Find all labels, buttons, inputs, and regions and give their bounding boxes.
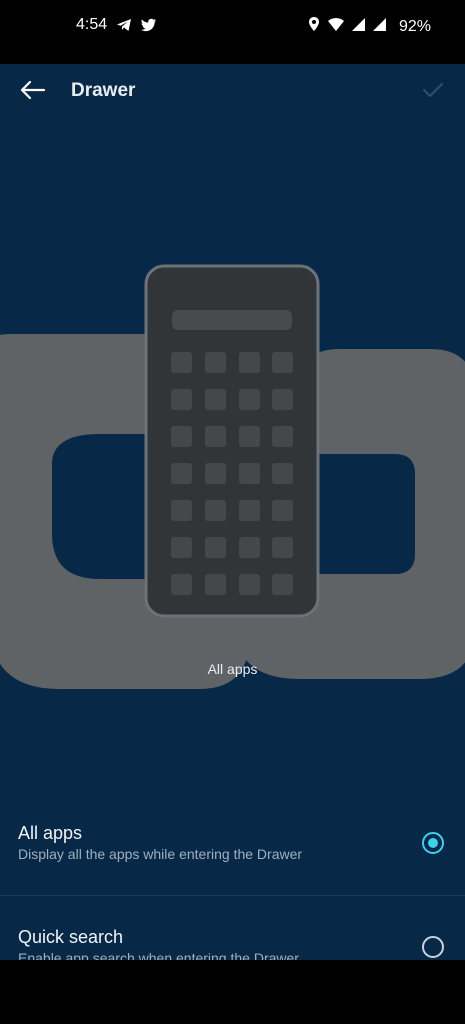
drawer-settings-screen: All apps Drawer All apps Display all the…	[0, 64, 465, 960]
phone-app-icon	[205, 463, 226, 484]
phone-app-icon	[272, 352, 293, 373]
confirm-button[interactable]	[419, 76, 451, 108]
wifi-icon	[327, 16, 345, 37]
battery-level: 92%	[398, 17, 431, 35]
phone-app-icon	[272, 426, 293, 447]
status-bar: 4:54 92%	[0, 0, 465, 64]
phone-app-icon	[171, 426, 192, 447]
phone-app-icon	[171, 574, 192, 595]
page-title: Drawer	[71, 80, 136, 101]
phone-app-icon	[171, 389, 192, 410]
phone-app-icon	[272, 500, 293, 521]
back-button[interactable]	[16, 76, 52, 108]
phone-app-icon	[272, 574, 293, 595]
location-icon	[307, 16, 321, 37]
radio-button-selected[interactable]	[422, 832, 444, 854]
phone-app-icon	[239, 537, 260, 558]
phone-app-icon	[205, 537, 226, 558]
option-title: All apps	[18, 823, 83, 843]
arrow-left-icon	[20, 80, 46, 100]
twitter-icon	[140, 17, 157, 38]
divider	[0, 895, 465, 896]
phone-app-icon	[239, 426, 260, 447]
option-title: Quick search	[18, 927, 124, 947]
phone-app-icon	[171, 463, 192, 484]
phone-app-icon	[239, 352, 260, 373]
phone-app-icon	[272, 463, 293, 484]
option-description: Display all the apps while entering the …	[18, 846, 303, 862]
drawer-preview-illustration	[0, 264, 465, 689]
phone-app-icon	[205, 389, 226, 410]
phone-app-icon	[205, 352, 226, 373]
phone-app-icon	[205, 426, 226, 447]
drawer-preview: All apps	[0, 64, 465, 744]
option-description: Enable app search when entering the Draw…	[18, 950, 299, 960]
phone-app-icon	[205, 574, 226, 595]
phone-app-icon	[272, 389, 293, 410]
option-all-apps[interactable]: All apps Display all the apps while ente…	[0, 823, 465, 903]
telegram-icon	[116, 17, 132, 38]
phone-search-bar	[172, 310, 292, 330]
status-time: 4:54	[76, 16, 108, 33]
navigation-bar	[0, 960, 465, 1024]
phone-app-icon	[205, 500, 226, 521]
preview-caption: All apps	[207, 661, 258, 677]
phone-app-icon	[171, 537, 192, 558]
phone-app-icon	[239, 389, 260, 410]
signal-icon	[372, 17, 387, 37]
option-quick-search[interactable]: Quick search Enable app search when ente…	[0, 927, 465, 960]
check-icon	[422, 82, 444, 98]
phone-app-icon	[239, 463, 260, 484]
radio-button-unselected[interactable]	[422, 936, 444, 958]
phone-app-icon	[171, 352, 192, 373]
phone-app-icon	[272, 537, 293, 558]
app-bar: Drawer	[0, 64, 465, 120]
phone-app-icon	[171, 500, 192, 521]
phone-app-icon	[239, 574, 260, 595]
phone-app-icon	[239, 500, 260, 521]
signal-icon	[351, 17, 366, 37]
